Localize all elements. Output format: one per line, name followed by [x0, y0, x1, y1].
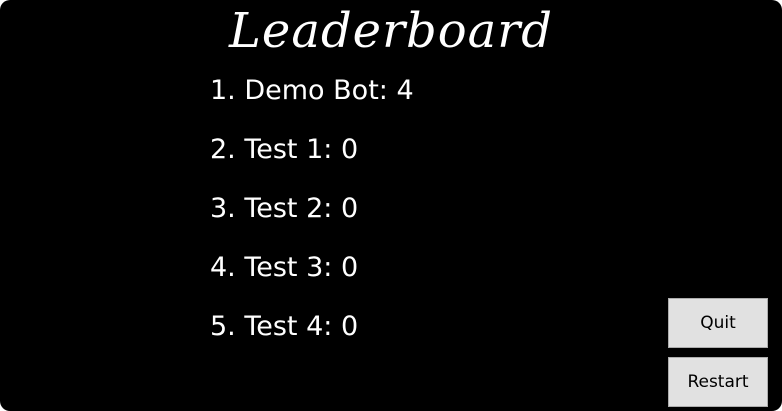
restart-button[interactable]: Restart — [668, 357, 768, 407]
leaderboard-entry: 2. Test 1: 0 — [210, 134, 359, 165]
quit-button[interactable]: Quit — [668, 298, 768, 348]
leaderboard-entry: 4. Test 3: 0 — [210, 252, 359, 283]
leaderboard-entry: 3. Test 2: 0 — [210, 193, 359, 224]
leaderboard-window: Leaderboard 1. Demo Bot: 4 2. Test 1: 0 … — [0, 0, 782, 411]
leaderboard-entry: 1. Demo Bot: 4 — [210, 75, 414, 106]
leaderboard-entry: 5. Test 4: 0 — [210, 311, 359, 342]
page-title: Leaderboard — [229, 3, 553, 59]
leaderboard-list: 1. Demo Bot: 4 2. Test 1: 0 3. Test 2: 0… — [210, 70, 414, 365]
